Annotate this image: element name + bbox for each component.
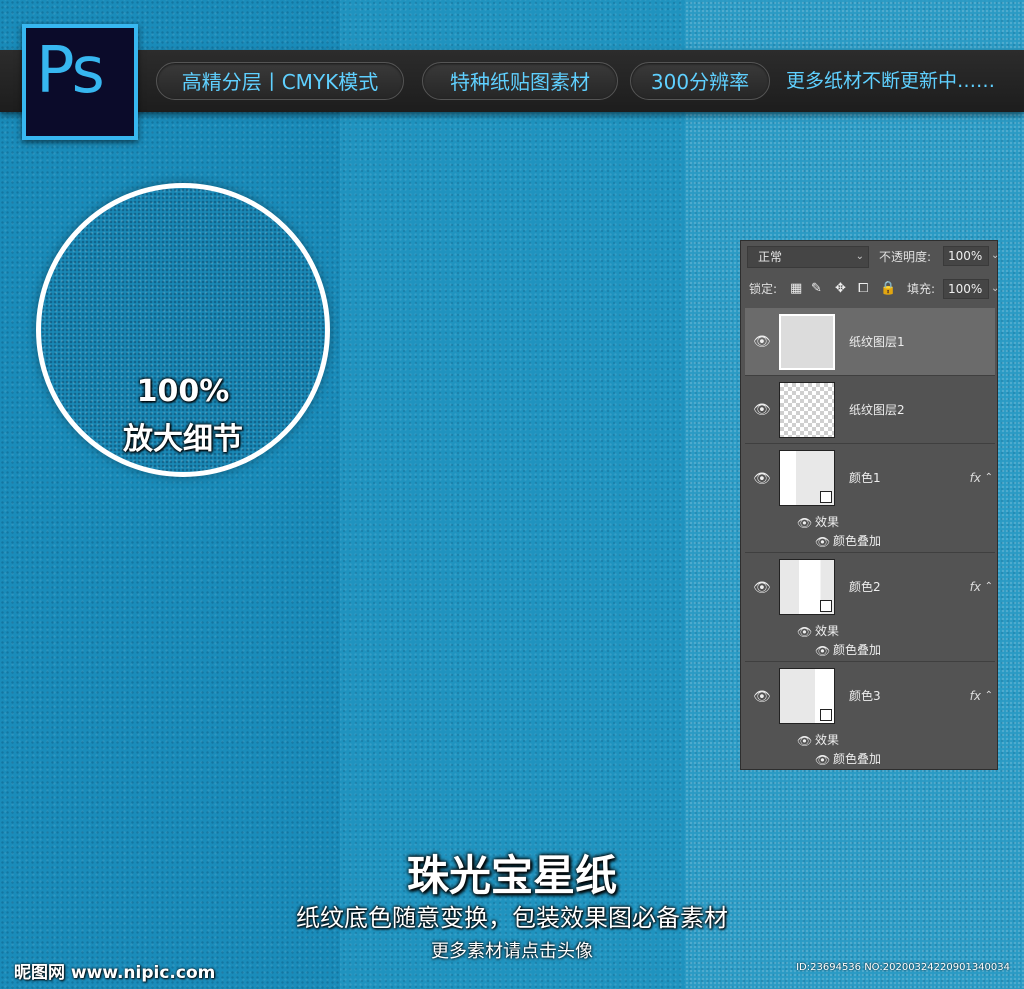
more-updates-text: 更多纸材不断更新中…… xyxy=(786,70,996,92)
paper-swatch-2 xyxy=(340,0,685,989)
opacity-label: 不透明度: xyxy=(879,250,932,264)
effect-color-overlay[interactable]: 颜色叠加 xyxy=(833,533,881,549)
layer-name: 颜色3 xyxy=(849,689,881,703)
fx-icon[interactable]: fx xyxy=(970,689,981,703)
effects-eye-icon[interactable]: 👁 xyxy=(797,734,812,748)
layer-mask-icon xyxy=(820,600,832,612)
lock-position-move-icon[interactable]: ✥ xyxy=(835,278,846,300)
visibility-eye-icon[interactable]: 👁 xyxy=(753,403,771,417)
layer-mask-icon xyxy=(820,709,832,721)
layer-name: 颜色2 xyxy=(849,580,881,594)
effect-color-overlay[interactable]: 颜色叠加 xyxy=(833,642,881,658)
fill-label: 填充: xyxy=(907,282,936,296)
layer-name: 纸纹图层1 xyxy=(849,335,905,349)
lock-transparent-pixels-icon[interactable]: ▦ xyxy=(790,278,802,300)
blend-mode-value: 正常 xyxy=(758,250,783,264)
site-watermark: 昵图网 www.nipic.com xyxy=(14,963,216,983)
lock-image-pixels-brush-icon[interactable]: ✎ xyxy=(811,278,822,300)
feature-pill-layers: 高精分层丨CMYK模式 xyxy=(156,62,404,100)
chevron-up-icon[interactable]: ⌃ xyxy=(985,690,993,701)
layer-thumbnail xyxy=(779,314,835,370)
product-title: 珠光宝星纸 xyxy=(406,851,617,900)
effect-eye-icon[interactable]: 👁 xyxy=(815,753,830,767)
effects-label: 效果 xyxy=(815,515,840,529)
photoshop-logo-icon: Ps xyxy=(22,24,138,140)
image-id-text: ID:23694536 NO:20200324220901340034 xyxy=(796,962,1010,973)
layer-thumbnail xyxy=(779,450,835,506)
chevron-up-icon[interactable]: ⌃ xyxy=(985,581,993,592)
layer-row-color-3[interactable]: 👁 颜色3 fx ⌃ 👁 效果 👁 颜色叠加 xyxy=(745,662,995,769)
layer-name: 纸纹图层2 xyxy=(849,403,905,417)
paper-swatch-1 xyxy=(0,0,340,989)
fx-icon[interactable]: fx xyxy=(970,580,981,594)
effects-eye-icon[interactable]: 👁 xyxy=(797,625,812,639)
layer-row-paper-1[interactable]: 👁 纸纹图层1 xyxy=(745,308,995,376)
layer-mask-icon xyxy=(820,491,832,503)
zoom-percent: 100% xyxy=(136,374,230,409)
effect-eye-icon[interactable]: 👁 xyxy=(815,644,830,658)
lock-all-padlock-icon[interactable]: 🔒 xyxy=(880,278,896,300)
chevron-up-icon[interactable]: ⌃ xyxy=(985,472,993,483)
blend-mode-select[interactable]: 正常 ⌄ xyxy=(747,246,869,268)
fx-icon[interactable]: fx xyxy=(970,471,981,485)
effects-label: 效果 xyxy=(815,733,840,747)
effect-eye-icon[interactable]: 👁 xyxy=(815,535,830,549)
effects-label: 效果 xyxy=(815,624,840,638)
effects-eye-icon[interactable]: 👁 xyxy=(797,516,812,530)
feature-pill-material: 特种纸贴图素材 xyxy=(422,62,618,100)
layer-row-color-1[interactable]: 👁 颜色1 fx ⌃ 👁 效果 👁 颜色叠加 xyxy=(745,444,995,553)
chevron-down-icon[interactable]: ⌄ xyxy=(991,250,999,261)
layers-panel: 正常 ⌄ 不透明度: 100% ⌄ 锁定: ▦ ✎ ✥ ⧠ 🔒 填充: 100%… xyxy=(740,240,999,770)
product-subtitle: 纸纹底色随意变换，包装效果图必备素材 xyxy=(296,904,728,932)
visibility-eye-icon[interactable]: 👁 xyxy=(753,690,771,704)
lock-label: 锁定: xyxy=(749,282,778,296)
fill-input[interactable]: 100% xyxy=(943,279,989,299)
visibility-eye-icon[interactable]: 👁 xyxy=(753,335,771,349)
zoom-detail-circle: 100% 放大细节 xyxy=(36,183,330,477)
zoom-label: 放大细节 xyxy=(123,422,243,457)
opacity-input[interactable]: 100% xyxy=(943,246,989,266)
effect-color-overlay[interactable]: 颜色叠加 xyxy=(833,751,881,767)
lock-artboard-icon[interactable]: ⧠ xyxy=(858,278,868,300)
layer-thumbnail xyxy=(779,382,835,438)
layer-row-paper-2[interactable]: 👁 纸纹图层2 xyxy=(745,376,995,444)
visibility-eye-icon[interactable]: 👁 xyxy=(753,472,771,486)
layer-thumbnail xyxy=(779,559,835,615)
chevron-down-icon: ⌄ xyxy=(855,251,864,262)
feature-pill-resolution: 300分辨率 xyxy=(630,62,770,100)
layer-thumbnail xyxy=(779,668,835,724)
layer-row-color-2[interactable]: 👁 颜色2 fx ⌃ 👁 效果 👁 颜色叠加 xyxy=(745,553,995,662)
chevron-down-icon[interactable]: ⌄ xyxy=(991,283,999,294)
layer-name: 颜色1 xyxy=(849,471,881,485)
visibility-eye-icon[interactable]: 👁 xyxy=(753,581,771,595)
